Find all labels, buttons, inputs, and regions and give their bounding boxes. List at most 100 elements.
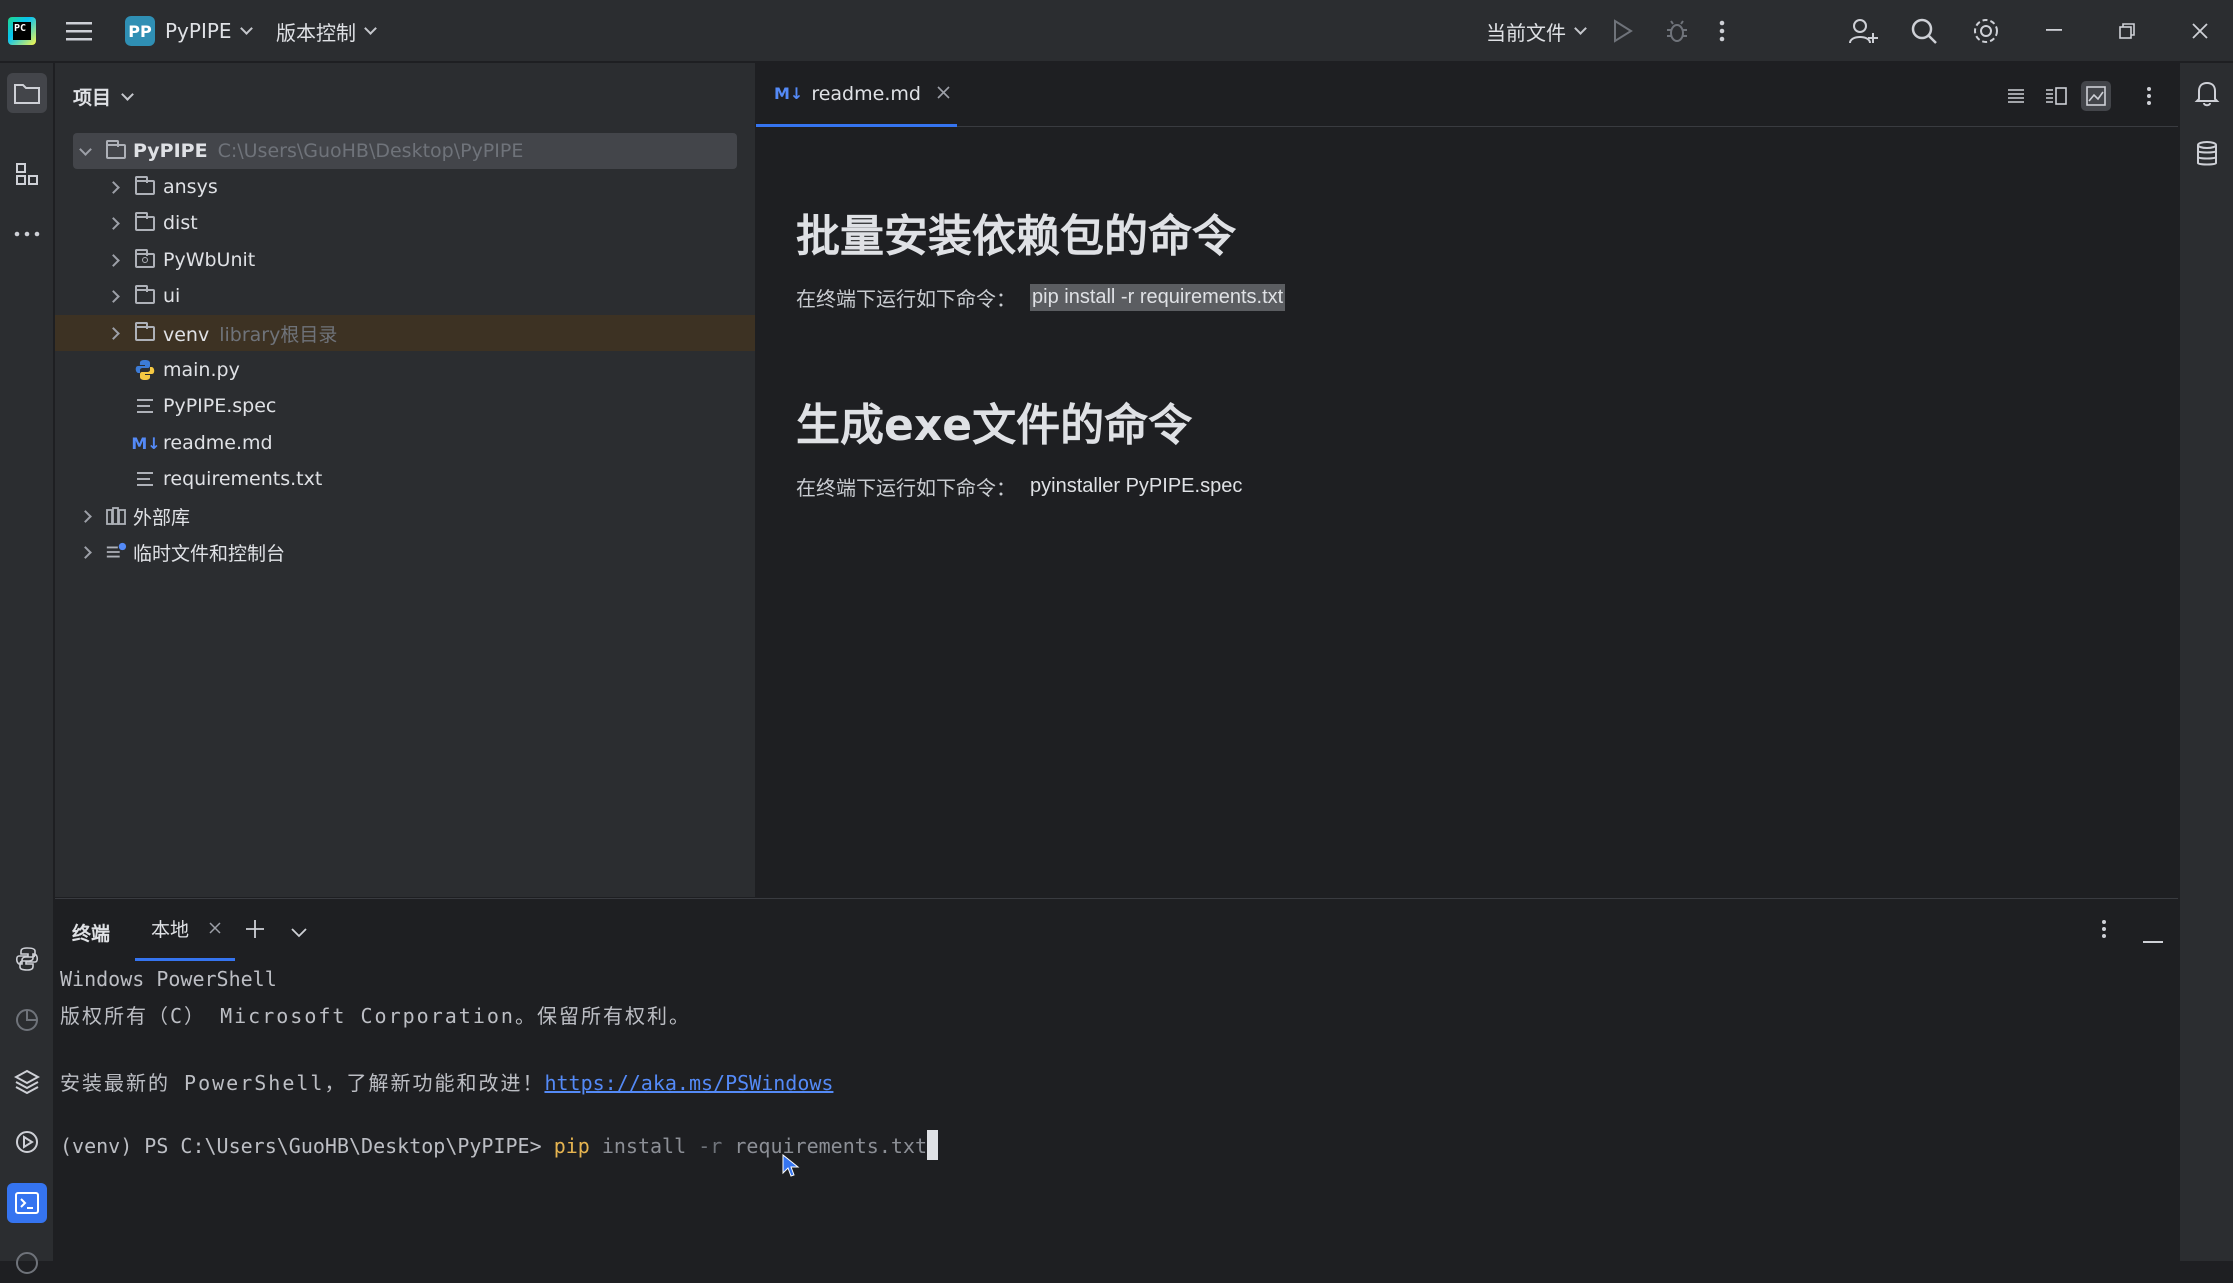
tree-item-dist[interactable]: dist	[55, 205, 755, 241]
project-panel-header[interactable]: 项目	[73, 83, 134, 110]
chevron-right-icon[interactable]	[106, 253, 120, 267]
search-icon[interactable]	[1910, 0, 1938, 62]
split-view-icon[interactable]	[2041, 81, 2071, 111]
folder-icon	[14, 84, 40, 104]
library-icon	[105, 505, 127, 527]
terminal-tool-button[interactable]	[7, 1183, 47, 1223]
markdown-paragraph-1: 在终端下运行如下命令： pip install -r requirements.t…	[796, 283, 1286, 312]
tree-item-label: ui	[163, 285, 181, 307]
play-icon	[1614, 19, 1633, 43]
profiler-button[interactable]	[7, 1000, 47, 1040]
markdown-file-icon: M↓	[131, 433, 161, 453]
chevron-down-icon	[239, 22, 253, 35]
preview-only-view-icon[interactable]	[2081, 81, 2111, 111]
close-tab-icon[interactable]	[209, 919, 221, 938]
editor-only-view-icon[interactable]	[2001, 81, 2031, 111]
tab-local[interactable]: 本地	[135, 899, 235, 961]
python-packages-button[interactable]	[7, 1061, 47, 1101]
tab-readme-md[interactable]: M↓ readme.md	[756, 63, 957, 127]
tree-item-label: requirements.txt	[163, 468, 323, 490]
restore-window-icon[interactable]	[2119, 0, 2135, 62]
terminal-more-icon[interactable]	[2101, 919, 2107, 943]
run-config-selector[interactable]: 当前文件	[1486, 0, 1587, 62]
structure-icon	[16, 163, 38, 185]
text-cursor	[926, 1129, 938, 1160]
close-tab-icon[interactable]	[937, 84, 950, 103]
tab-label: 本地	[151, 919, 190, 941]
tree-item-scratches[interactable]: 临时文件和控制台	[55, 534, 755, 570]
debug-button[interactable]	[1664, 0, 1690, 62]
tree-item-pypipe-spec[interactable]: PyPIPE.spec	[55, 388, 755, 424]
more-actions-icon[interactable]	[1718, 0, 1726, 62]
hide-panel-icon[interactable]	[2143, 929, 2163, 948]
editor-more-icon[interactable]	[2134, 81, 2164, 111]
run-button[interactable]	[1612, 0, 1634, 62]
python-console-button[interactable]	[7, 939, 47, 979]
vcs-label: 版本控制	[276, 20, 356, 45]
project-tool-button[interactable]	[7, 73, 47, 113]
terminal-panel: 终端 本地 Windows PowerShell 版权所有（C） Microso…	[55, 898, 2178, 1261]
powershell-link[interactable]: https://aka.ms/PSWindows	[544, 1071, 833, 1095]
title-bar: PC PP PyPIPE 版本控制 当前文件	[0, 0, 2233, 62]
tree-item-label: 临时文件和控制台	[133, 542, 286, 565]
tree-item-label: readme.md	[163, 432, 273, 454]
package-folder-icon	[134, 248, 156, 271]
chevron-down-icon	[121, 87, 134, 101]
layers-icon	[14, 1069, 40, 1094]
chevron-down-icon	[364, 22, 377, 35]
command-install: install	[589, 1134, 699, 1158]
chevron-right-icon[interactable]	[106, 289, 120, 303]
project-badge: PP	[125, 16, 155, 46]
services-button[interactable]	[7, 1122, 47, 1162]
main-menu-icon[interactable]	[66, 0, 92, 62]
tree-root-row[interactable]: PyPIPE C:\Users\GuoHB\Desktop\PyPIPE	[55, 133, 755, 169]
problems-button[interactable]	[7, 1243, 47, 1283]
run-config-label: 当前文件	[1486, 20, 1566, 45]
tree-item-venv[interactable]: venv library根目录	[55, 315, 755, 351]
tree-item-requirements-txt[interactable]: requirements.txt	[55, 461, 755, 497]
terminal-icon	[15, 1192, 39, 1214]
python-icon	[15, 947, 39, 971]
markdown-heading-1: 批量安装依赖包的命令	[796, 211, 1236, 262]
more-tools-icon[interactable]	[7, 214, 47, 254]
inline-code-selected[interactable]: pip install -r requirements.txt	[1030, 284, 1286, 311]
tree-item-pywbunit[interactable]: PyWbUnit	[55, 242, 755, 278]
app-logo: PC	[8, 0, 36, 62]
prompt: (venv) PS C:\Users\GuoHB\Desktop\PyPIPE>	[60, 1134, 554, 1158]
vcs-menu[interactable]: 版本控制	[276, 0, 377, 62]
project-name: PyPIPE	[165, 19, 232, 43]
chevron-down-icon[interactable]	[78, 142, 92, 158]
run-services-icon	[16, 1131, 38, 1153]
minimize-window-icon[interactable]	[2046, 0, 2062, 62]
tree-item-readme-md[interactable]: M↓ readme.md	[55, 425, 755, 461]
project-switcher[interactable]: PP PyPIPE	[125, 0, 253, 62]
project-panel-title: 项目	[73, 87, 112, 109]
tab-dropdown-chevron-icon[interactable]	[291, 923, 307, 942]
tree-item-main-py[interactable]: main.py	[55, 352, 755, 388]
add-user-icon[interactable]	[1848, 0, 1878, 62]
notifications-bell-icon[interactable]	[2187, 73, 2227, 113]
tree-item-ui[interactable]: ui	[55, 278, 755, 314]
chevron-right-icon[interactable]	[106, 180, 120, 194]
settings-gear-icon[interactable]	[1971, 0, 2001, 62]
chevron-right-icon[interactable]	[78, 509, 92, 523]
tree-item-ansys[interactable]: ansys	[55, 169, 755, 205]
problems-icon	[16, 1252, 38, 1274]
structure-tool-button[interactable]	[7, 154, 47, 194]
tree-item-external-libraries[interactable]: 外部库	[55, 498, 755, 534]
folder-icon	[134, 175, 156, 198]
chevron-right-icon[interactable]	[78, 545, 92, 559]
close-window-icon[interactable]	[2191, 0, 2209, 62]
paragraph-text: 在终端下运行如下命令：	[796, 289, 1016, 311]
chevron-right-icon[interactable]	[106, 216, 120, 230]
terminal-line: 版权所有（C） Microsoft Corporation。保留所有权利。	[60, 1004, 691, 1028]
library-root-hint: library根目录	[219, 323, 338, 346]
tree-item-label: main.py	[163, 359, 240, 381]
new-tab-plus-icon[interactable]	[245, 919, 265, 943]
database-icon[interactable]	[2187, 134, 2227, 174]
tree-item-label: PyWbUnit	[163, 249, 256, 271]
editor-tab-bar: M↓ readme.md	[756, 63, 2178, 127]
terminal-prompt-line[interactable]: (venv) PS C:\Users\GuoHB\Desktop\PyPIPE>…	[60, 1129, 938, 1160]
inline-code[interactable]: pyinstaller PyPIPE.spec	[1030, 475, 1242, 498]
chevron-right-icon[interactable]	[106, 326, 120, 340]
